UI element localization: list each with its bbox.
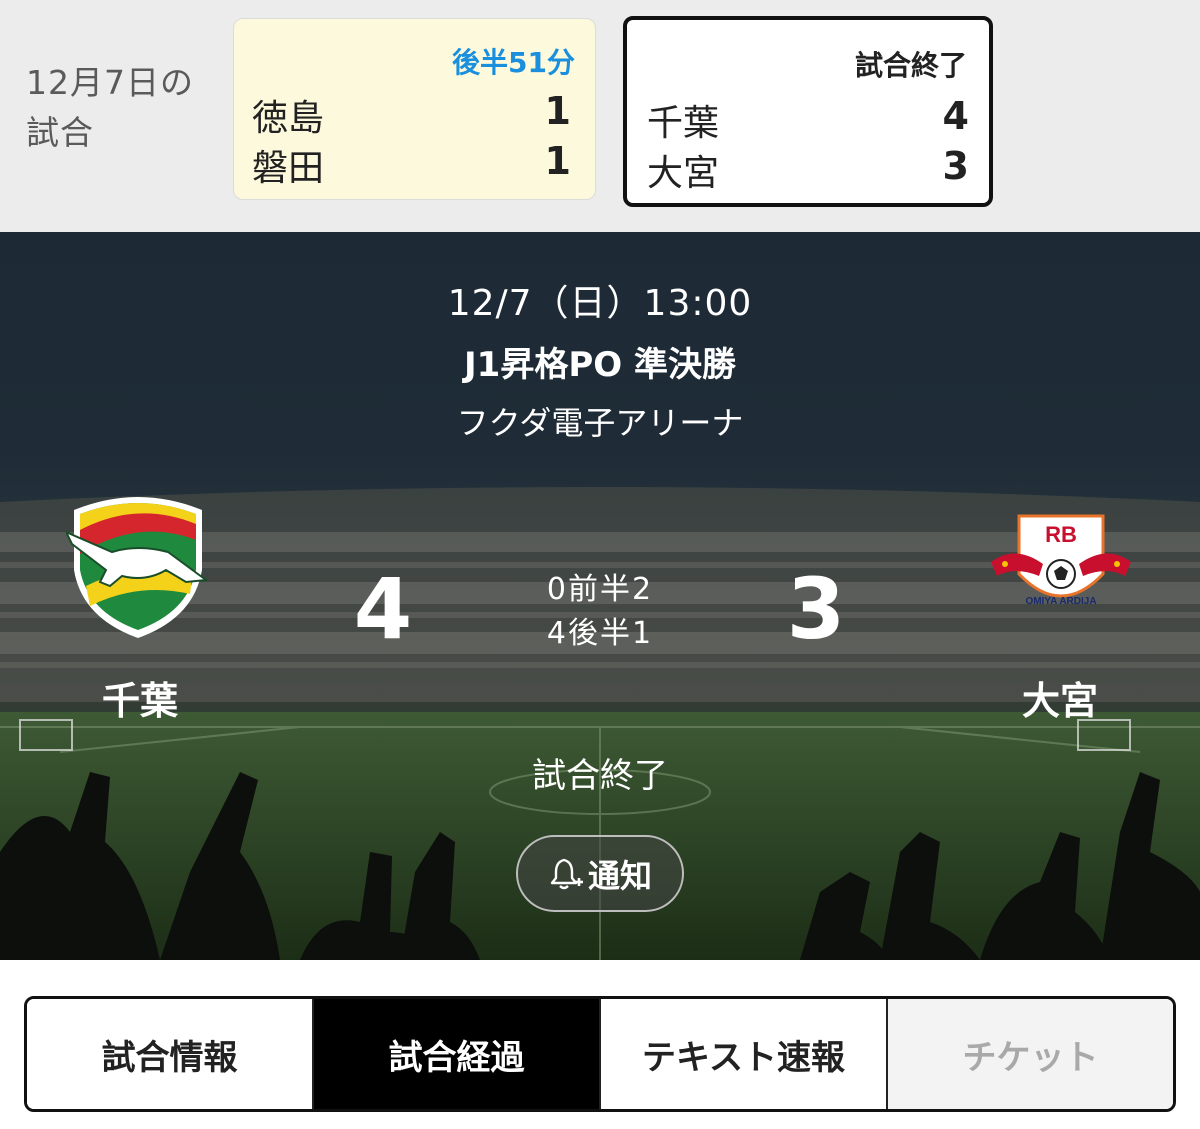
match-status: 試合終了	[532, 756, 668, 796]
notify-button[interactable]: 通知	[516, 835, 684, 912]
mini-home-row: 徳島 1	[252, 89, 571, 139]
mini-home-team: 徳島	[252, 98, 325, 139]
mini-away-team: 大宮	[647, 153, 720, 194]
tab-tickets: チケット	[888, 999, 1173, 1109]
home-team-name[interactable]: 千葉	[40, 670, 240, 725]
mini-match-card-tokushima-iwata[interactable]: 後半51分 徳島 1 磐田 1	[233, 18, 596, 200]
jef-united-crest-icon[interactable]	[66, 490, 210, 640]
mini-away-team: 磐田	[252, 148, 325, 189]
home-score: 4	[353, 560, 413, 658]
match-venue: フクダ電子アリーナ	[456, 404, 744, 442]
match-competition: J1昇格PO 準決勝	[464, 345, 736, 385]
match-tab-bar: 試合情報 試合経過 テキスト速報 チケット	[24, 996, 1176, 1112]
mini-away-score: 1	[544, 139, 571, 183]
rb-omiya-ardija-crest-icon[interactable]: RB OMIYA ARDIJA	[985, 514, 1137, 614]
tab-text-live[interactable]: テキスト速報	[601, 999, 888, 1109]
mini-match-status: 試合終了	[854, 49, 967, 82]
match-hero: 12/7（日）13:00 J1昇格PO 準決勝 フクダ電子アリーナ RB OMI…	[0, 232, 1200, 960]
tab-area: 試合情報 試合経過 テキスト速報 チケット	[0, 960, 1200, 1129]
second-half-home-score: 4	[546, 616, 568, 651]
second-half-label: 後半	[568, 616, 632, 651]
mini-away-row: 磐田 1	[252, 139, 571, 189]
mini-away-score: 3	[942, 144, 969, 188]
day-label: 12月7日の試合	[26, 63, 194, 152]
first-half-away-score: 2	[632, 572, 654, 607]
first-half-label: 前半	[568, 572, 632, 607]
match-datetime: 12/7（日）13:00	[447, 283, 753, 324]
second-half-score: 4後半1	[500, 608, 700, 652]
mini-home-score: 4	[942, 94, 969, 138]
day-strip: 12月7日の試合 後半51分 徳島 1 磐田 1 試合終了 千葉 4 大宮 3	[0, 0, 1200, 232]
away-score: 3	[786, 560, 846, 658]
away-crest-club-text: OMIYA ARDIJA	[1025, 596, 1096, 607]
away-team-name[interactable]: 大宮	[960, 670, 1160, 725]
tab-match-progress[interactable]: 試合経過	[314, 999, 601, 1109]
mini-match-card-chiba-omiya[interactable]: 試合終了 千葉 4 大宮 3	[623, 16, 993, 207]
second-half-away-score: 1	[632, 616, 654, 651]
bell-plus-icon	[550, 858, 583, 889]
mini-home-team: 千葉	[647, 103, 720, 144]
mini-home-row: 千葉 4	[647, 94, 969, 144]
first-half-home-score: 0	[546, 572, 568, 607]
tab-match-info[interactable]: 試合情報	[27, 999, 314, 1109]
mini-match-status: 後半51分	[452, 46, 575, 79]
mini-away-row: 大宮 3	[647, 144, 969, 194]
away-crest-rb-text: RB	[1045, 522, 1077, 547]
notify-label: 通知	[587, 856, 652, 895]
first-half-score: 0前半2	[500, 564, 700, 608]
mini-home-score: 1	[544, 89, 571, 133]
